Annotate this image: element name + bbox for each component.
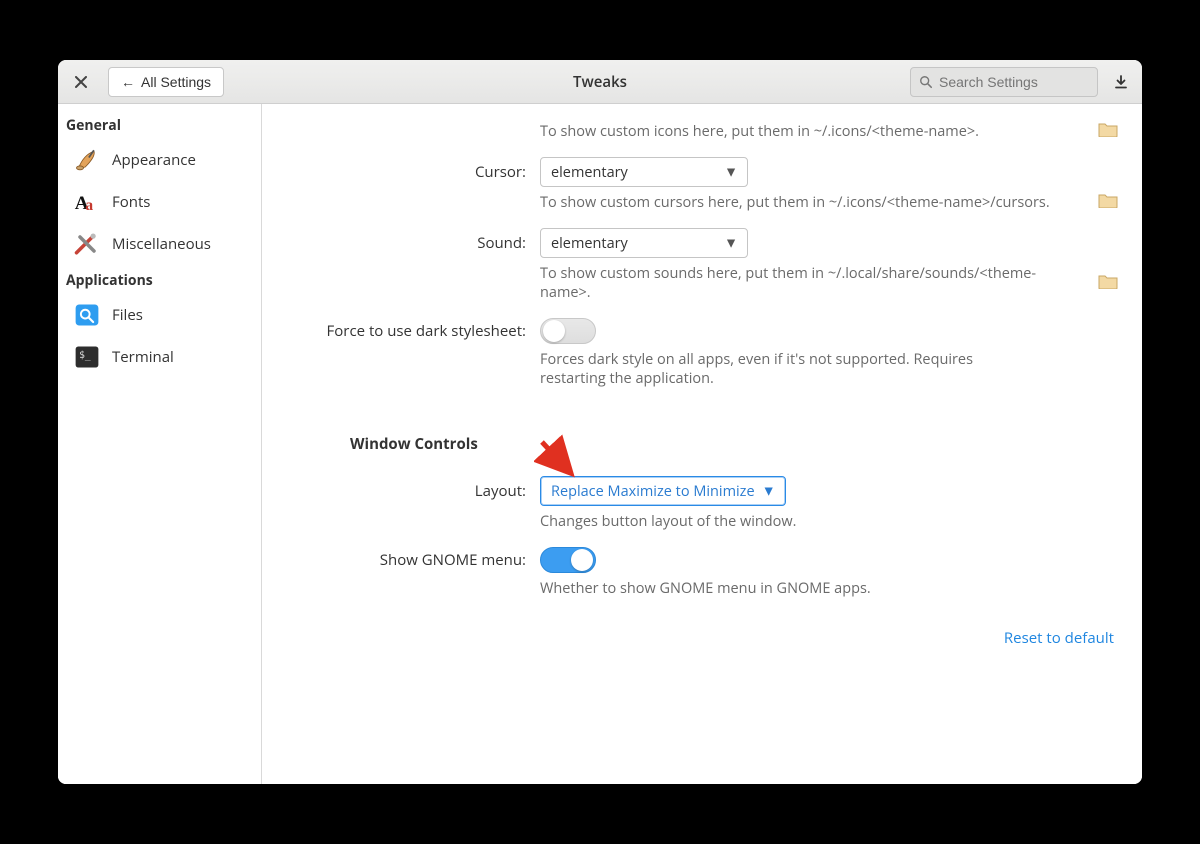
sidebar: General Appearance A a — [58, 104, 262, 784]
files-icon — [72, 300, 102, 330]
svg-text:a: a — [85, 197, 93, 214]
layout-label: Layout: — [286, 481, 526, 501]
sound-label: Sound: — [286, 233, 526, 253]
sound-hint: To show custom sounds here, put them in … — [540, 258, 1064, 308]
download-button[interactable] — [1108, 69, 1134, 95]
reset-to-default-link[interactable]: Reset to default — [1004, 604, 1118, 656]
header-tools — [910, 67, 1134, 97]
layout-combo[interactable]: Replace Maximize to Minimize — [540, 476, 786, 506]
sidebar-item-files[interactable]: Files — [58, 294, 261, 336]
layout-hint: Changes button layout of the window. — [540, 506, 1064, 537]
dark-label: Force to use dark stylesheet: — [286, 321, 526, 341]
all-settings-label: All Settings — [141, 74, 211, 90]
content-pane: To show custom icons here, put them in ~… — [262, 104, 1142, 784]
sidebar-item-miscellaneous[interactable]: Miscellaneous — [58, 223, 261, 265]
sidebar-group-general: General — [58, 110, 261, 139]
download-icon — [1114, 75, 1128, 89]
folder-icon[interactable] — [1098, 273, 1118, 289]
search-input[interactable] — [939, 74, 1089, 90]
sidebar-item-terminal[interactable]: $_ Terminal — [58, 336, 261, 378]
appearance-icon — [72, 145, 102, 175]
icons-hint: To show custom icons here, put them in ~… — [540, 116, 1064, 147]
gnome-menu-switch[interactable] — [540, 547, 596, 573]
sidebar-item-label: Miscellaneous — [112, 234, 211, 254]
sound-combo[interactable]: elementary — [540, 228, 748, 258]
sidebar-item-appearance[interactable]: Appearance — [58, 139, 261, 181]
folder-icon[interactable] — [1098, 121, 1118, 137]
cursor-combo[interactable]: elementary — [540, 157, 748, 187]
fonts-icon: A a — [72, 187, 102, 217]
close-icon — [75, 76, 87, 88]
close-button[interactable] — [70, 71, 92, 93]
folder-icon[interactable] — [1098, 192, 1118, 208]
back-arrow-icon: ← — [121, 74, 135, 90]
miscellaneous-icon — [72, 229, 102, 259]
search-icon — [919, 75, 933, 89]
sidebar-group-applications: Applications — [58, 265, 261, 294]
dark-stylesheet-switch[interactable] — [540, 318, 596, 344]
sidebar-item-label: Files — [112, 305, 143, 325]
sidebar-item-label: Appearance — [112, 150, 196, 170]
sidebar-item-fonts[interactable]: A a Fonts — [58, 181, 261, 223]
all-settings-button[interactable]: ← All Settings — [108, 67, 224, 97]
gnome-hint: Whether to show GNOME menu in GNOME apps… — [540, 573, 1064, 604]
svg-text:$_: $_ — [79, 350, 91, 361]
terminal-icon: $_ — [72, 342, 102, 372]
search-box[interactable] — [910, 67, 1098, 97]
dark-hint: Forces dark style on all apps, even if i… — [540, 344, 1064, 394]
titlebar: ← All Settings Tweaks — [58, 60, 1142, 104]
sidebar-item-label: Terminal — [112, 347, 174, 367]
sidebar-item-label: Fonts — [112, 192, 150, 212]
settings-window: ← All Settings Tweaks General — [58, 60, 1142, 784]
window-controls-heading: Window Controls — [286, 394, 1118, 466]
gnome-label: Show GNOME menu: — [286, 550, 526, 570]
cursor-hint: To show custom cursors here, put them in… — [540, 187, 1064, 218]
cursor-label: Cursor: — [286, 162, 526, 182]
